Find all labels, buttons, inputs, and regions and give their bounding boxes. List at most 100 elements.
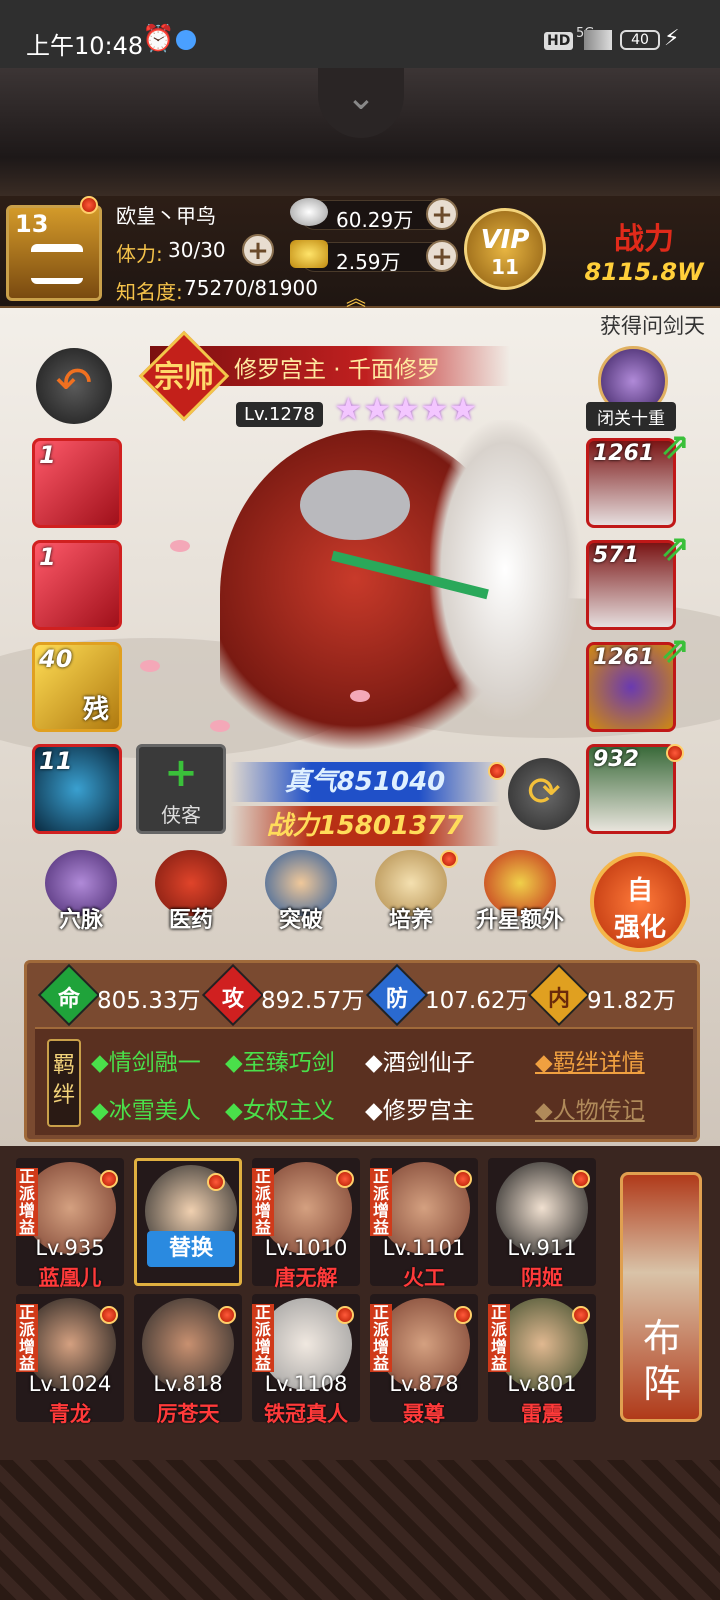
hero-level: Lv.935 [35, 1236, 105, 1260]
fame-label: 知名度: [116, 280, 183, 304]
defense-value: 107.62万 [425, 988, 529, 1014]
hero-level: Lv.818 [153, 1372, 223, 1396]
slot-count: 1261 [593, 645, 655, 670]
notification-dot [666, 744, 684, 762]
hero-name: 厉苍天 [156, 1402, 220, 1426]
faction-bonus-tag: 正派增益 [370, 1168, 392, 1236]
notification-dot [440, 850, 458, 868]
team-member-card[interactable]: 正派增益 Lv.1024 青龙 [16, 1294, 124, 1426]
slot-count: 40 [39, 645, 73, 673]
attack-value: 892.57万 [261, 988, 365, 1014]
bond-item: ◆情剑融一 [91, 1050, 201, 1076]
battery-icon: 40 [620, 30, 660, 50]
hero-level: Lv.1101 [382, 1236, 466, 1260]
back-arrow-icon: ↶ [55, 358, 93, 409]
status-bar: 上午10:48 ⏰ HD 5G 40 ⚡ [0, 0, 720, 68]
skill-slot-1[interactable]: 1 [32, 438, 122, 528]
slot-count: 571 [593, 543, 639, 568]
formation-label: 布阵 [642, 1316, 681, 1406]
team-member-card[interactable]: Lv.818 厉苍天 [134, 1294, 242, 1426]
skill-slot-3[interactable]: 40 残 [32, 642, 122, 732]
formation-button[interactable]: 布阵 [620, 1172, 702, 1422]
equip-slot-mount[interactable]: 932 [586, 744, 676, 834]
bond-details-link[interactable]: ◆羁绊详情 [535, 1043, 645, 1077]
vip-badge[interactable]: VIP 11 [464, 208, 546, 290]
add-icon: + [164, 750, 198, 796]
hero-level: Lv.801 [507, 1372, 577, 1396]
back-button[interactable]: ↶ [36, 348, 112, 424]
chevron-down-icon: ⌄ [345, 77, 377, 118]
hd-indicator: HD [544, 32, 574, 50]
team-member-card[interactable]: 正派增益 Lv.1108 铁冠真人 [252, 1294, 360, 1426]
team-member-card[interactable]: 正派增益 Lv.878 聂尊 [370, 1294, 478, 1426]
hero-level: Lv.878 [389, 1372, 459, 1396]
notification-dot [207, 1173, 225, 1191]
notification-dot [572, 1170, 590, 1188]
bonds-panel: 羁绊 ◆情剑融一 ◆至臻巧剑 ◆酒剑仙子 ◆羁绊详情 ◆冰雪美人 ◆女权主义 ◆… [35, 1027, 693, 1135]
hero-name: 雷震 [521, 1402, 563, 1426]
team-member-card[interactable]: 正派增益 Lv.935 蓝凰儿 [16, 1158, 124, 1290]
app-notification-icon [176, 30, 196, 50]
notification-dot [454, 1170, 472, 1188]
player-name: 欧皇丶甲鸟 [116, 204, 216, 228]
add-gold-button[interactable]: + [426, 240, 458, 272]
notification-dot [336, 1306, 354, 1324]
hero-level: Lv.1010 [264, 1236, 348, 1260]
team-member-card[interactable]: 正派增益 Lv.1010 唐无解 [252, 1158, 360, 1290]
replace-button[interactable]: 替换 [147, 1231, 235, 1267]
player-avatar[interactable]: 13 [6, 205, 102, 301]
bond-item: ◆酒剑仙子 [365, 1050, 475, 1076]
hero-level: Lv.911 [507, 1236, 577, 1260]
star-icon: ★ [334, 390, 363, 428]
hp-label: 命 [57, 987, 80, 1012]
assign-companion-button[interactable]: + 侠客 [136, 744, 226, 834]
add-silver-button[interactable]: + [426, 198, 458, 230]
star-upgrade-button[interactable]: 升星额外 [470, 850, 570, 946]
expand-up-icon[interactable]: ︽ [346, 282, 366, 311]
auto-enhance-line2: 强化 [613, 913, 666, 943]
bond-item: ◆女权主义 [225, 1098, 335, 1124]
bond-item: ◆冰雪美人 [91, 1098, 201, 1124]
skill-slot-2[interactable]: 1 [32, 540, 122, 630]
star-icon: ★ [391, 390, 421, 428]
skill-slot-4[interactable]: 11 [32, 744, 122, 834]
alarm-icon: ⏰ [142, 24, 175, 54]
notification-dot [100, 1306, 118, 1324]
auto-enhance-button[interactable]: 自 强化 [590, 852, 690, 952]
stats-panel: 命 805.33万 攻 892.57万 防 107.62万 内 91.82万 羁… [24, 960, 700, 1142]
attribute-row: 命 805.33万 攻 892.57万 防 107.62万 内 91.82万 [37, 963, 697, 1027]
hp-value: 805.33万 [97, 988, 201, 1014]
bond-item: ◆至臻巧剑 [225, 1050, 335, 1076]
team-member-card[interactable]: 正派增益 Lv.801 雷震 [488, 1294, 596, 1426]
hero-name: 蓝凰儿 [38, 1266, 102, 1290]
team-member-card[interactable]: Lv.911 阴姬 [488, 1158, 596, 1290]
hero-name: 聂尊 [403, 1402, 445, 1426]
meridian-button[interactable]: 穴脉 [36, 850, 126, 946]
hero-name: 青龙 [49, 1402, 91, 1426]
inner-power-value: 91.82万 [587, 988, 676, 1014]
auto-enhance-line1: 自 [626, 876, 653, 906]
stamina-value: 30/30 [168, 238, 226, 262]
hero-level: Lv.1024 [28, 1372, 112, 1396]
breakthrough-button[interactable]: 突破 [256, 850, 346, 946]
team-member-card-selected[interactable]: 替换 [134, 1158, 242, 1286]
slot-count: 932 [593, 747, 639, 772]
player-level: 13 [15, 210, 49, 238]
team-member-card[interactable]: 正派增益 Lv.1101 火工 [370, 1158, 478, 1290]
slot-count: 11 [39, 747, 73, 775]
add-stamina-button[interactable]: + [242, 234, 274, 266]
refresh-button[interactable]: ⟳ [508, 758, 580, 830]
fame-value: 75270/81900 [184, 276, 318, 300]
biography-link[interactable]: ◆人物传记 [535, 1091, 645, 1125]
status-time: 上午10:48 [26, 32, 144, 60]
breakthrough-label: 突破 [278, 908, 323, 933]
fragment-tag: 残 [83, 695, 110, 725]
notification-dot [100, 1170, 118, 1188]
medicine-button[interactable]: 医药 [146, 850, 236, 946]
faction-bonus-tag: 正派增益 [252, 1304, 274, 1372]
power-label: 战力 [614, 222, 674, 257]
faction-bonus-tag: 正派增益 [252, 1168, 274, 1236]
inner-power-label: 内 [547, 987, 570, 1012]
upgrade-arrow-icon: ⇗ [660, 426, 691, 467]
petal-art [210, 720, 230, 732]
